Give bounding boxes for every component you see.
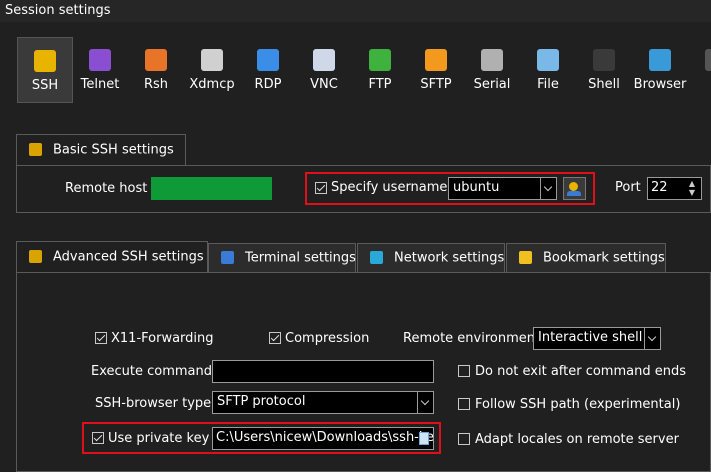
chevron-down-icon[interactable] [644, 328, 660, 349]
protocol-label: Browser [633, 77, 687, 92]
protocol-label: File [537, 77, 559, 92]
no-exit-checkbox[interactable] [458, 365, 470, 377]
remote-environment-select[interactable]: Interactive shell [533, 327, 661, 350]
compression-label: Compression [285, 331, 370, 346]
protocol-telnet[interactable]: Telnet [72, 37, 128, 103]
rdp-windows-icon [257, 49, 279, 71]
protocol-vnc[interactable]: VNC [296, 37, 352, 103]
follow-ssh-path-label: Follow SSH path (experimental) [475, 397, 681, 412]
username-value: ubuntu [453, 180, 500, 195]
private-key-path-value: C:\Users\nicew\Downloads\ssh-ke [216, 430, 434, 445]
use-private-key-checkbox[interactable] [92, 432, 104, 444]
protocol-ssh[interactable]: SSH [17, 37, 73, 103]
protocol-label: Shell [588, 77, 620, 92]
tab-label: Terminal settings [245, 250, 356, 266]
ssh-browser-type-label: SSH-browser type: [95, 396, 216, 411]
x11-forwarding-label: X11-Forwarding [111, 331, 214, 346]
ftp-globe-icon [369, 49, 391, 71]
protocol-m[interactable]: M [688, 37, 711, 103]
protocol-label: SSH [31, 78, 59, 93]
protocol-label: SFTP [420, 77, 452, 92]
protocol-browser[interactable]: Browser [632, 37, 688, 103]
protocol-rdp[interactable]: RDP [240, 37, 296, 103]
ssh-key-icon [34, 50, 56, 72]
browser-globe-icon [649, 49, 671, 71]
protocol-xdmcp[interactable]: Xdmcp [184, 37, 240, 103]
remote-environment-label: Remote environment: [403, 331, 545, 346]
protocol-label: Serial [473, 77, 511, 92]
tab-advanced-ssh-settings[interactable]: Advanced SSH settings [16, 241, 208, 273]
protocol-serial[interactable]: Serial [464, 37, 520, 103]
protocol-label: Rsh [143, 77, 169, 92]
no-exit-label: Do not exit after command ends [475, 364, 686, 379]
chevron-down-icon[interactable] [417, 392, 433, 413]
ssh-browser-type-select[interactable]: SFTP protocol [212, 391, 434, 414]
follow-ssh-path-checkbox[interactable] [458, 398, 470, 410]
compression-checkbox[interactable] [269, 332, 281, 344]
network-icon [370, 251, 383, 264]
username-select[interactable]: ubuntu [448, 177, 557, 200]
more-icon [705, 49, 711, 71]
tab-terminal-settings[interactable]: Terminal settings [208, 243, 356, 273]
protocol-shell[interactable]: Shell [576, 37, 632, 103]
tab-network-settings[interactable]: Network settings [357, 243, 505, 273]
tab-label: Bookmark settings [543, 250, 665, 266]
tab-label: Network settings [394, 250, 505, 266]
protocol-label: RDP [254, 77, 282, 92]
file-icon [537, 49, 559, 71]
port-label: Port [615, 180, 641, 195]
user-key-icon-body [567, 191, 581, 196]
x11-forwarding-checkbox[interactable] [95, 332, 107, 344]
protocol-label: Telnet [80, 77, 120, 92]
serial-plug-icon [481, 49, 503, 71]
spinner-arrows-icon[interactable]: ▲ ▼ [689, 179, 695, 197]
adapt-locales-label: Adapt locales on remote server [475, 432, 679, 447]
remote-host-input[interactable] [151, 177, 272, 200]
tab-bookmark-settings[interactable]: Bookmark settings [506, 243, 666, 273]
tab-basic-ssh-settings[interactable]: Basic SSH settings [16, 134, 186, 166]
execute-command-label: Execute command: [91, 364, 217, 379]
rsh-icon [145, 49, 167, 71]
remote-host-label: Remote host * [65, 181, 158, 196]
protocol-label: Xdmcp [189, 77, 235, 92]
wrench-icon [29, 250, 42, 263]
protocol-label: FTP [368, 77, 392, 92]
window-title: Session settings [5, 3, 111, 18]
user-manager-button[interactable] [563, 177, 586, 200]
title-bar: Session settings [0, 0, 711, 22]
sftp-globe-icon [425, 49, 447, 71]
vnc-icon [313, 49, 335, 71]
xdmcp-icon [201, 49, 223, 71]
protocol-label: M [688, 77, 711, 92]
file-icon[interactable] [419, 432, 429, 445]
execute-command-input[interactable] [212, 360, 434, 383]
specify-username-checkbox[interactable] [315, 182, 327, 194]
ssh-browser-type-value: SFTP protocol [217, 394, 306, 409]
tab-label: Advanced SSH settings [53, 249, 204, 265]
protocol-file[interactable]: File [520, 37, 576, 103]
protocol-sftp[interactable]: SFTP [408, 37, 464, 103]
specify-username-label: Specify username [331, 180, 448, 195]
protocol-rsh[interactable]: Rsh [128, 37, 184, 103]
protocol-ftp[interactable]: FTP [352, 37, 408, 103]
port-value: 22 [651, 180, 668, 195]
telnet-icon [89, 49, 111, 71]
private-key-path-input[interactable]: C:\Users\nicew\Downloads\ssh-ke [212, 427, 434, 450]
user-key-icon [569, 182, 578, 191]
chevron-down-icon[interactable] [540, 178, 556, 199]
star-icon [519, 251, 532, 264]
use-private-key-label: Use private key [108, 431, 210, 446]
protocol-label: VNC [310, 77, 338, 92]
terminal-icon [221, 251, 234, 264]
remote-environment-value: Interactive shell [538, 330, 643, 345]
shell-terminal-icon [593, 49, 615, 71]
adapt-locales-checkbox[interactable] [458, 433, 470, 445]
wrench-icon [29, 143, 42, 156]
port-spinner[interactable]: 22 ▲ ▼ [647, 177, 702, 200]
